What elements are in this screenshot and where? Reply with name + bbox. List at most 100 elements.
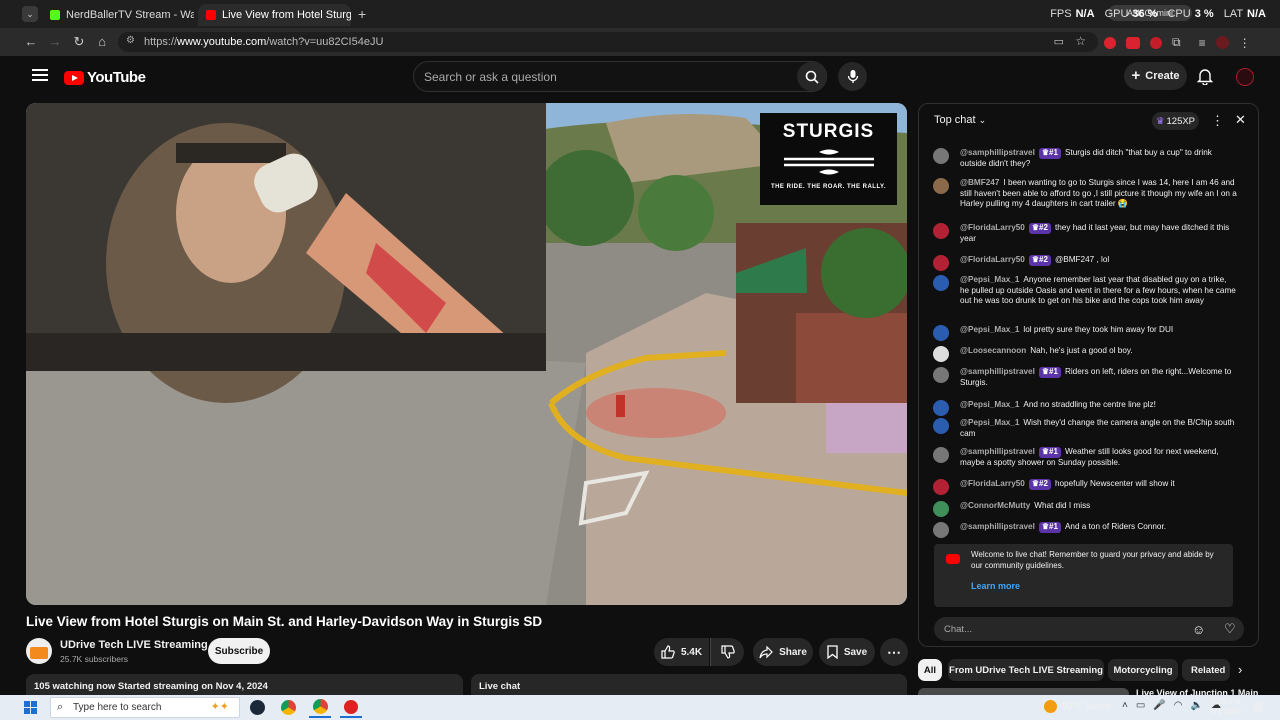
chat-author[interactable]: @FloridaLarry50 <box>960 223 1025 232</box>
chip-related[interactable]: Related <box>1182 659 1230 681</box>
notifications-icon[interactable]: ▤ <box>1253 700 1263 713</box>
chat-author[interactable]: @FloridaLarry50 <box>960 479 1025 488</box>
taskbar-search[interactable]: ⌕ Type here to search ✦✦ <box>50 697 240 718</box>
emoji-icon[interactable]: ☺ <box>1192 622 1205 637</box>
chat-author[interactable]: @Pepsi_Max_1 <box>960 400 1019 409</box>
channel-name[interactable]: UDrive Tech LIVE Streaming <box>60 639 208 651</box>
chips-next-icon[interactable]: › <box>1238 662 1242 677</box>
chat-author[interactable]: @samphillipstravel <box>960 367 1035 376</box>
chat-author[interactable]: @Pepsi_Max_1 <box>960 418 1019 427</box>
volume-icon[interactable]: 🔈 <box>1190 700 1202 711</box>
chat-avatar[interactable] <box>933 178 949 194</box>
chat-avatar[interactable] <box>933 400 949 416</box>
chip-motorcycling[interactable]: Motorcycling <box>1108 659 1178 681</box>
back-arrow-icon[interactable]: ← <box>22 33 40 51</box>
chat-avatar[interactable] <box>933 367 949 383</box>
network-icon[interactable]: ▭ <box>1136 700 1145 711</box>
chat-message[interactable]: @Pepsi_Max_1 lol pretty sure they took hi… <box>933 325 1237 341</box>
browser-tab-active[interactable]: Live View from Hotel Sturgis on ✕ <box>198 4 351 26</box>
subscribe-button[interactable]: Subscribe <box>208 638 270 664</box>
up-next-title[interactable]: Live View of Junction 1 Main <box>1136 686 1266 695</box>
chat-message[interactable]: @Loosecannoon Nah, he's just a good ol bo… <box>933 346 1237 362</box>
chat-message[interactable]: @FloridaLarry50 ♛#2 they had it last year,… <box>933 223 1237 244</box>
chat-mode-dropdown[interactable]: Top chat ⌄ <box>934 114 986 126</box>
start-button-icon[interactable] <box>24 701 37 714</box>
chat-avatar[interactable] <box>933 275 949 291</box>
chat-avatar[interactable] <box>933 447 949 463</box>
clock[interactable]: 5:26 PM 8/1/2026 <box>1208 697 1244 717</box>
chat-more-icon[interactable]: ⋮ <box>1211 113 1224 129</box>
steam-icon[interactable] <box>246 697 268 718</box>
chat-avatar[interactable] <box>933 479 949 495</box>
chat-avatar[interactable] <box>933 346 949 362</box>
profile-avatar-icon[interactable] <box>1215 36 1229 49</box>
chat-author[interactable]: @Loosecannoon <box>960 346 1026 355</box>
wifi-icon[interactable]: ◠ <box>1174 700 1183 711</box>
chip-all[interactable]: All <box>918 659 942 681</box>
chat-avatar[interactable] <box>933 522 949 538</box>
chat-author[interactable]: @ConnorMcMutty <box>960 501 1030 510</box>
reload-icon[interactable]: ↻ <box>70 33 88 51</box>
tab-search-button[interactable]: ⌄ <box>22 6 38 22</box>
chat-message[interactable]: @FloridaLarry50 ♛#2 @BMF247 , lol <box>933 255 1237 271</box>
tray-expand-icon[interactable]: ˄ <box>1122 700 1128 711</box>
chat-message[interactable]: @samphillipstravel ♛#1 Sturgis did ditch "… <box>933 148 1237 169</box>
chat-message[interactable]: @Pepsi_Max_1 Anyone remember last year th… <box>933 275 1237 307</box>
chat-author[interactable]: @BMF247 <box>960 178 999 187</box>
chat-author[interactable]: @samphillipstravel <box>960 522 1035 531</box>
xp-badge[interactable]: ♛ 125XP <box>1152 112 1199 130</box>
learn-more-link[interactable]: Learn more <box>971 581 1020 592</box>
chat-avatar[interactable] <box>933 325 949 341</box>
chrome-icon[interactable] <box>277 697 299 718</box>
browser-tab-nerdballer[interactable]: NerdBallerTV Stream - Watch L ✕ <box>42 4 194 26</box>
app-red-icon[interactable] <box>340 697 362 718</box>
chat-avatar[interactable] <box>933 148 949 164</box>
chat-message[interactable]: @ConnorMcMutty What did I miss <box>933 501 1237 517</box>
chat-avatar[interactable] <box>933 501 949 517</box>
notifications-bell-icon[interactable] <box>1196 68 1214 90</box>
chat-author[interactable]: @FloridaLarry50 <box>960 255 1025 264</box>
close-chat-icon[interactable]: ✕ <box>1235 112 1246 128</box>
channel-avatar[interactable] <box>26 638 52 664</box>
home-icon[interactable]: ⌂ <box>93 33 111 51</box>
youtube-logo[interactable]: YouTube <box>64 69 146 86</box>
up-next-thumbnail[interactable] <box>918 688 1129 695</box>
guide-menu-icon[interactable] <box>32 68 48 82</box>
create-button[interactable]: + Create <box>1124 62 1187 90</box>
chat-message[interactable]: @samphillipstravel ♛#1 And a ton of Riders… <box>933 522 1237 538</box>
chat-author[interactable]: @Pepsi_Max_1 <box>960 275 1019 284</box>
save-button[interactable]: Save <box>819 638 875 666</box>
chat-avatar[interactable] <box>933 418 949 434</box>
extension-red-circle-icon[interactable] <box>1150 36 1162 49</box>
chat-avatar[interactable] <box>933 223 949 239</box>
chat-author[interactable]: @Pepsi_Max_1 <box>960 325 1019 334</box>
share-button[interactable]: Share <box>753 638 813 666</box>
extension-red-drop-icon[interactable] <box>1104 36 1116 49</box>
search-button[interactable] <box>797 62 826 91</box>
forward-arrow-icon[interactable]: → <box>46 33 64 51</box>
address-bar[interactable]: ⚙ https://www.youtube.com/watch?v=uu82CI… <box>118 32 1098 52</box>
chat-message[interactable]: @Pepsi_Max_1 And no straddling the centre… <box>933 400 1237 416</box>
microphone-icon[interactable]: 🎤 <box>1153 700 1165 711</box>
site-info-icon[interactable]: ⚙ <box>126 35 135 46</box>
account-avatar[interactable] <box>1236 68 1254 86</box>
media-control-icon[interactable]: ≡ <box>1199 36 1206 50</box>
bookmark-star-icon[interactable]: ☆ <box>1075 34 1086 48</box>
dislike-button[interactable] <box>710 638 744 666</box>
chat-message[interactable]: @samphillipstravel ♛#1 Weather still looks… <box>933 447 1237 468</box>
chat-message[interactable]: @BMF247 I been wanting to go to Sturgis s… <box>933 178 1237 210</box>
browser-menu-icon[interactable]: ⋮ <box>1239 36 1251 50</box>
chat-message[interactable]: @FloridaLarry50 ♛#2 hopefully Newscenter w… <box>933 479 1237 495</box>
search-input[interactable]: Search or ask a question <box>413 61 827 92</box>
extensions-puzzle-icon[interactable]: ⧉ <box>1172 35 1181 50</box>
chip-from-channel[interactable]: From UDrive Tech LIVE Streaming <box>948 659 1104 681</box>
extension-red-badge-icon[interactable] <box>1126 36 1140 49</box>
chat-author[interactable]: @samphillipstravel <box>960 447 1035 456</box>
voice-search-button[interactable] <box>838 62 867 91</box>
weather-widget[interactable]: 99°F Sunny <box>1044 700 1112 713</box>
like-button[interactable]: 5.4K <box>654 638 709 666</box>
chat-message[interactable]: @samphillipstravel ♛#1 Riders on left, rid… <box>933 367 1237 388</box>
chat-avatar[interactable] <box>933 255 949 271</box>
more-actions-button[interactable]: ⋯ <box>880 638 908 666</box>
cast-icon[interactable]: ▭ <box>1054 35 1064 48</box>
